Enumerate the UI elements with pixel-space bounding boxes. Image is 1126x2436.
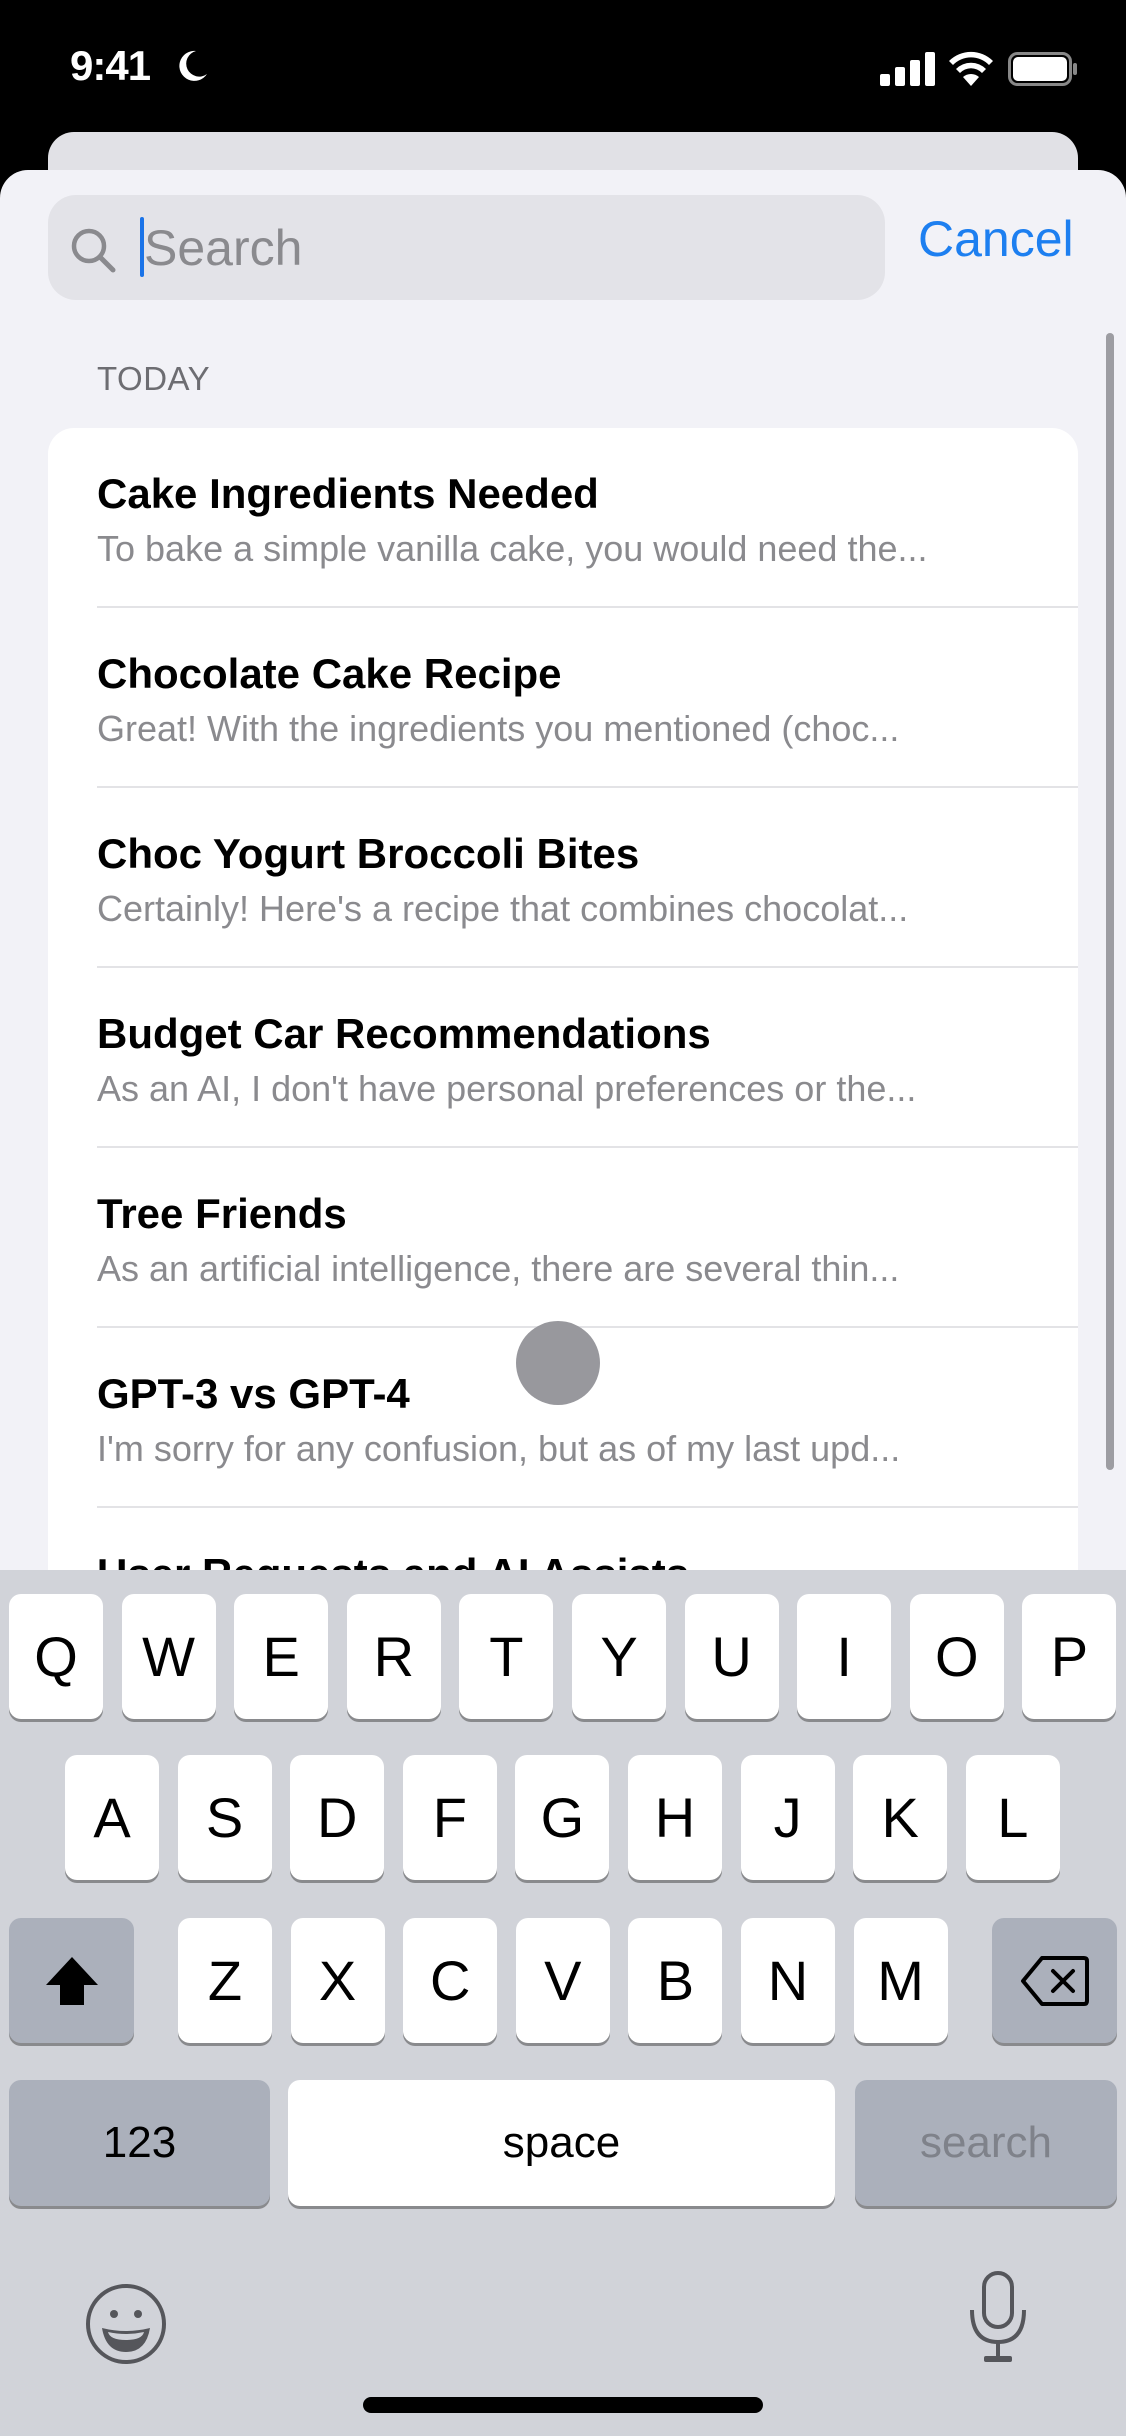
conversation-preview: Great! With the ingredients you mentione… [97,708,900,749]
conversation-item[interactable]: Tree Friends As an artificial intelligenc… [48,1148,1078,1328]
key-b[interactable]: B [628,1918,723,2043]
keyboard: 123 space search QWERTYUIOP ASDFGHJKL ZXCV… [0,1570,1126,2436]
key-h[interactable]: H [628,1755,722,1880]
key-g[interactable]: G [515,1755,610,1880]
conversation-preview: Certainly! Here's a recipe that combines… [97,888,909,929]
conversation-title: Cake Ingredients Needed [97,470,599,517]
key-l[interactable]: L [965,1755,1060,1880]
key-i[interactable]: I [797,1594,892,1719]
cancel-button[interactable]: Cancel [918,210,1074,268]
key-j[interactable]: J [740,1755,835,1880]
microphone-icon[interactable] [966,2270,1030,2366]
key-t[interactable]: T [459,1594,554,1719]
moon-icon [179,50,207,81]
cellular-signal-icon [880,52,935,86]
key-z[interactable]: Z [178,1918,272,2043]
section-header-today: TODAY [97,360,211,397]
key-a[interactable]: A [65,1755,159,1880]
key-n[interactable]: N [741,1918,835,2043]
emoji-face-icon[interactable] [84,2282,168,2366]
key-v[interactable]: V [515,1918,610,2043]
magnifying-glass-icon [71,228,116,273]
conversation-title: Chocolate Cake Recipe [97,650,562,697]
shift-arrow-icon [45,1956,98,2005]
key-k[interactable]: K [853,1755,948,1880]
search-input[interactable] [144,195,864,300]
search-return-key[interactable]: search [855,2080,1117,2206]
conversation-item[interactable]: Budget Car Recommendations As an AI, I do… [48,968,1078,1148]
conversation-item[interactable]: Chocolate Cake Recipe Great! With the ing… [48,608,1078,788]
conversation-preview: I'm sorry for any confusion, but as of m… [97,1428,901,1469]
key-y[interactable]: Y [572,1594,666,1719]
key-f[interactable]: F [402,1755,497,1880]
space-key[interactable]: space [288,2080,835,2206]
key-w[interactable]: W [121,1594,216,1719]
key-x[interactable]: X [290,1918,385,2043]
status-time: 9:41 [70,42,151,89]
key-s[interactable]: S [177,1755,272,1880]
key-d[interactable]: D [290,1755,385,1880]
key-u[interactable]: U [684,1594,779,1719]
conversation-title: GPT-3 vs GPT-4 [97,1370,410,1417]
conversation-list: Cake Ingredients Needed To bake a simple … [48,428,1078,1628]
key-m[interactable]: M [853,1918,948,2043]
scrollbar[interactable] [1106,333,1114,1470]
key-p[interactable]: P [1022,1594,1117,1719]
shift-key[interactable] [9,1918,134,2043]
battery-icon [1008,52,1077,86]
conversation-item[interactable]: Choc Yogurt Broccoli Bites Certainly! Her… [48,788,1078,968]
key-o[interactable]: O [909,1594,1004,1719]
numbers-key[interactable]: 123 [9,2080,270,2206]
conversation-item[interactable]: Cake Ingredients Needed To bake a simple … [48,428,1078,608]
key-e[interactable]: E [234,1594,329,1719]
home-indicator[interactable] [363,2397,763,2413]
touch-indicator [516,1321,600,1405]
key-r[interactable]: R [346,1594,441,1719]
conversation-preview: As an AI, I don't have personal preferen… [97,1068,917,1109]
delete-key[interactable] [992,1918,1117,2043]
key-c[interactable]: C [403,1918,498,2043]
wifi-icon [949,51,993,86]
delete-backspace-icon [1020,1955,1089,2006]
conversation-title: Budget Car Recommendations [97,1010,711,1057]
conversation-title: Tree Friends [97,1190,347,1237]
conversation-preview: To bake a simple vanilla cake, you would… [97,528,928,569]
conversation-preview: As an artificial intelligence, there are… [97,1248,900,1289]
conversation-title: Choc Yogurt Broccoli Bites [97,830,640,877]
search-field[interactable] [48,195,885,300]
key-q[interactable]: Q [9,1594,103,1719]
